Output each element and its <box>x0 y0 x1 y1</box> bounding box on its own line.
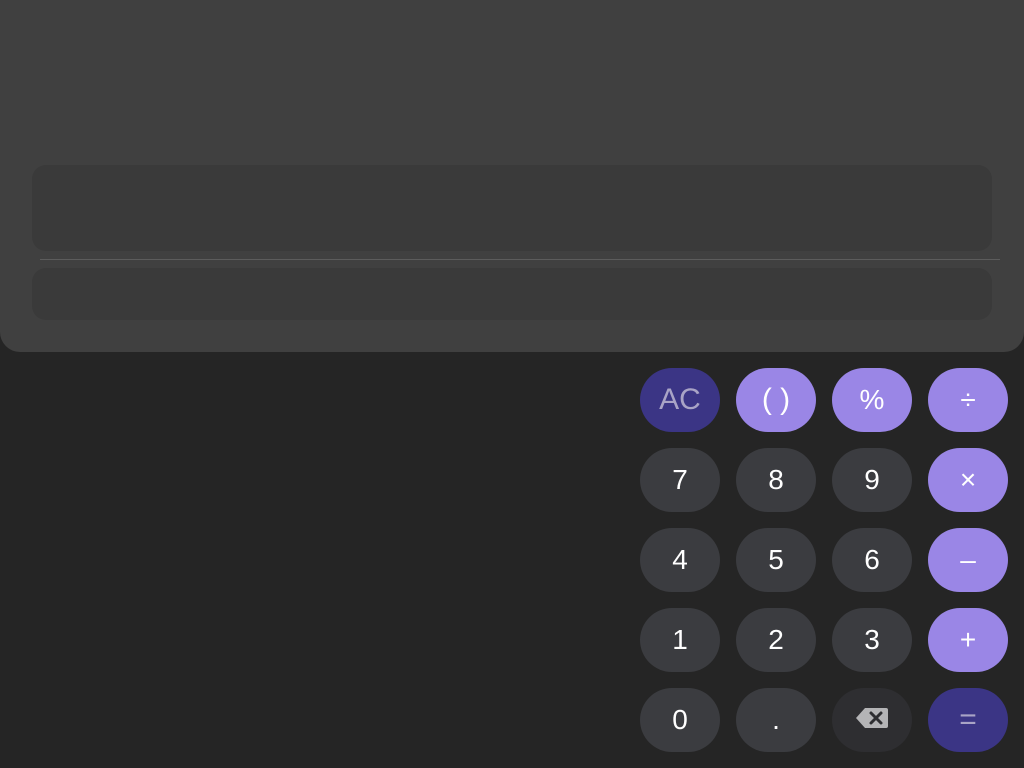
backspace-icon <box>855 704 889 736</box>
all-clear-button[interactable]: AC <box>640 368 720 432</box>
decimal-button[interactable]: . <box>736 688 816 752</box>
digit-6-button[interactable]: 6 <box>832 528 912 592</box>
digit-9-button[interactable]: 9 <box>832 448 912 512</box>
parentheses-button[interactable]: ( ) <box>736 368 816 432</box>
digit-3-button[interactable]: 3 <box>832 608 912 672</box>
divide-button[interactable]: ÷ <box>928 368 1008 432</box>
equals-button[interactable]: = <box>928 688 1008 752</box>
digit-0-button[interactable]: 0 <box>640 688 720 752</box>
multiply-button[interactable]: × <box>928 448 1008 512</box>
digit-8-button[interactable]: 8 <box>736 448 816 512</box>
digit-1-button[interactable]: 1 <box>640 608 720 672</box>
digit-2-button[interactable]: 2 <box>736 608 816 672</box>
display-panel <box>0 0 1024 352</box>
display-divider <box>40 259 1000 260</box>
digit-7-button[interactable]: 7 <box>640 448 720 512</box>
digit-4-button[interactable]: 4 <box>640 528 720 592</box>
subtract-button[interactable]: – <box>928 528 1008 592</box>
keypad: AC ( ) % ÷ 7 8 9 × 4 5 6 – 1 2 3 + 0 . = <box>640 368 1008 752</box>
backspace-button[interactable] <box>832 688 912 752</box>
expression-display[interactable] <box>32 165 992 251</box>
digit-5-button[interactable]: 5 <box>736 528 816 592</box>
result-display <box>32 268 992 320</box>
add-button[interactable]: + <box>928 608 1008 672</box>
percent-button[interactable]: % <box>832 368 912 432</box>
